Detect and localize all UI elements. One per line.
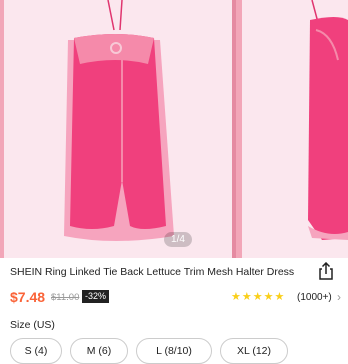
product-image-next[interactable] — [242, 0, 348, 258]
star-icon: ★ — [231, 291, 241, 303]
rating-stars[interactable]: ★ ★ ★ ★ ★ — [231, 290, 284, 304]
image-counter: 1/4 — [164, 232, 192, 247]
star-icon: ★ — [263, 291, 274, 303]
size-label: Size (US) — [10, 319, 55, 331]
size-option-m[interactable]: M (6) — [70, 338, 128, 364]
size-option-s[interactable]: S (4) — [10, 338, 62, 364]
product-title: SHEIN Ring Linked Tie Back Lettuce Trim … — [10, 266, 295, 278]
size-option-l[interactable]: L (8/10) — [136, 338, 212, 364]
review-count[interactable]: (1000+) — [297, 292, 332, 303]
product-image-main[interactable]: 1/4 — [4, 0, 236, 258]
retail-price: $11.00 — [51, 292, 80, 303]
discount-badge: -32% — [82, 290, 110, 303]
sale-price: $7.48 — [10, 289, 46, 305]
star-icon: ★ — [241, 291, 252, 303]
chevron-right-icon[interactable]: › — [337, 290, 341, 304]
product-image-gallery[interactable]: 1/4 — [0, 0, 348, 258]
star-icon: ★ — [252, 291, 263, 303]
size-option-xl[interactable]: XL (12) — [220, 338, 288, 364]
star-half-icon: ★ — [274, 291, 285, 303]
share-icon[interactable] — [318, 262, 334, 280]
